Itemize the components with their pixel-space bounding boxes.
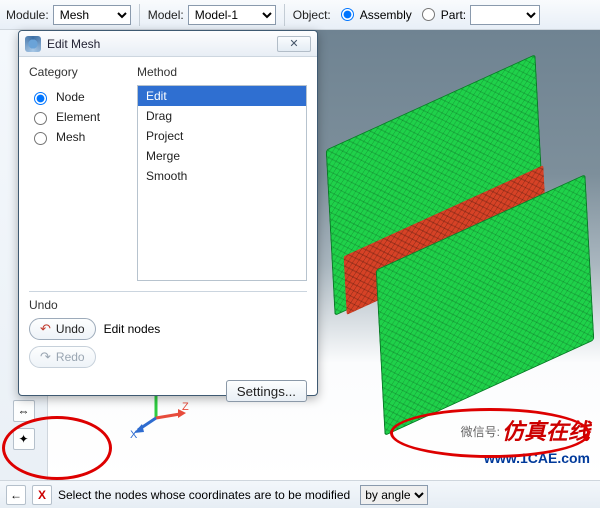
category-mesh-radio[interactable] — [34, 132, 47, 145]
model-label: Model: — [148, 8, 184, 22]
category-heading: Category — [29, 65, 125, 79]
redo-button: ↷ Redo — [29, 346, 96, 368]
category-element-radio[interactable] — [34, 112, 47, 125]
object-part-radio[interactable] — [422, 8, 435, 21]
undo-arrow-icon: ↶ — [40, 321, 51, 337]
undo-button[interactable]: ↶ Undo — [29, 318, 96, 340]
close-icon: ✕ — [289, 37, 298, 50]
category-node[interactable]: Node — [29, 89, 125, 105]
object-label: Object: — [293, 8, 331, 22]
method-smooth[interactable]: Smooth — [138, 166, 306, 186]
settings-button[interactable]: Settings... — [226, 380, 307, 402]
category-element-label: Element — [56, 110, 100, 124]
redo-arrow-icon: ↷ — [40, 349, 51, 365]
method-edit[interactable]: Edit — [138, 86, 306, 106]
object-assembly-radio[interactable] — [341, 8, 354, 21]
context-toolbar: Module: Mesh Model: Model-1 Object: Asse… — [0, 0, 600, 30]
edit-mesh-tool-icon[interactable]: ✦ — [13, 428, 35, 450]
close-icon: X — [38, 488, 46, 502]
category-element[interactable]: Element — [29, 109, 125, 125]
category-radiogroup: Node Element Mesh — [29, 85, 125, 149]
prompt-cancel-button[interactable]: X — [32, 485, 52, 505]
watermark-url: www.1CAE.com — [484, 450, 590, 466]
undo-heading: Undo — [29, 298, 307, 312]
object-assembly-label: Assembly — [360, 8, 412, 22]
method-listbox[interactable]: Edit Drag Project Merge Smooth — [137, 85, 307, 281]
category-node-label: Node — [56, 90, 85, 104]
method-project[interactable]: Project — [138, 126, 306, 146]
separator — [284, 4, 285, 26]
wechat-label: 微信号: — [461, 423, 500, 440]
category-mesh-label: Mesh — [56, 130, 85, 144]
watermark-red: 仿真在线 — [502, 414, 590, 446]
method-heading: Method — [137, 65, 307, 79]
part-dropdown[interactable] — [470, 5, 540, 25]
edit-mesh-icon — [25, 36, 41, 52]
method-merge[interactable]: Merge — [138, 146, 306, 166]
model-dropdown[interactable]: Model-1 — [188, 5, 276, 25]
module-dropdown[interactable]: Mesh — [53, 5, 131, 25]
redo-button-label: Redo — [56, 350, 85, 364]
module-label: Module: — [6, 8, 49, 22]
category-mesh[interactable]: Mesh — [29, 129, 125, 145]
category-node-radio[interactable] — [34, 92, 47, 105]
undo-description: Edit nodes — [104, 322, 161, 336]
dialog-titlebar[interactable]: Edit Mesh ✕ — [19, 31, 317, 57]
undo-button-label: Undo — [56, 322, 85, 336]
selection-mode-dropdown[interactable]: by angle — [360, 485, 428, 505]
dialog-title: Edit Mesh — [47, 37, 277, 51]
object-part-label: Part: — [441, 8, 466, 22]
method-drag[interactable]: Drag — [138, 106, 306, 126]
separator — [139, 4, 140, 26]
edit-mesh-dialog: Edit Mesh ✕ Category Node Element Mesh M… — [18, 30, 318, 396]
prompt-back-button[interactable]: ← — [6, 485, 26, 505]
arrow-left-icon: ← — [10, 488, 22, 502]
prompt-text: Select the nodes whose coordinates are t… — [58, 488, 350, 502]
dialog-close-button[interactable]: ✕ — [277, 36, 311, 52]
divider — [29, 291, 307, 292]
prompt-bar: ← X Select the nodes whose coordinates a… — [0, 480, 600, 508]
svg-text:X: X — [130, 429, 138, 440]
